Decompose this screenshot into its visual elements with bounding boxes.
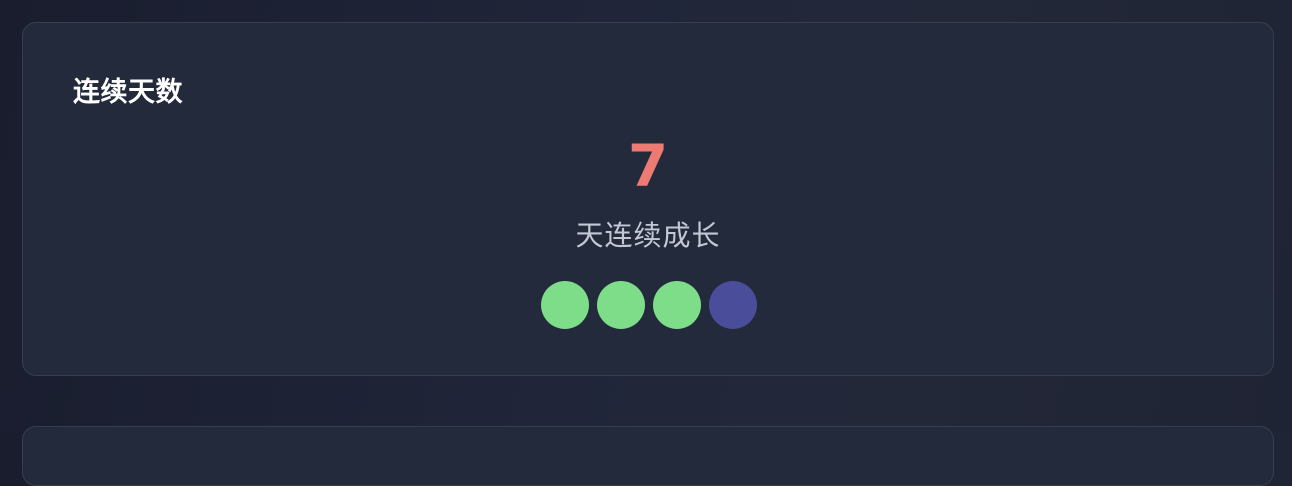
next-card xyxy=(22,426,1274,486)
card-title: 连续天数 xyxy=(73,77,183,108)
day-dot-1-done xyxy=(541,281,589,329)
day-dot-3-done xyxy=(653,281,701,329)
streak-caption: 天连续成长 xyxy=(575,219,721,252)
streak-count: 7 xyxy=(627,132,669,200)
streak-card: 连续天数 7 天连续成长 xyxy=(22,22,1274,376)
day-dot-2-done xyxy=(597,281,645,329)
streak-dots xyxy=(23,281,1273,329)
day-dot-4-current xyxy=(709,281,757,329)
